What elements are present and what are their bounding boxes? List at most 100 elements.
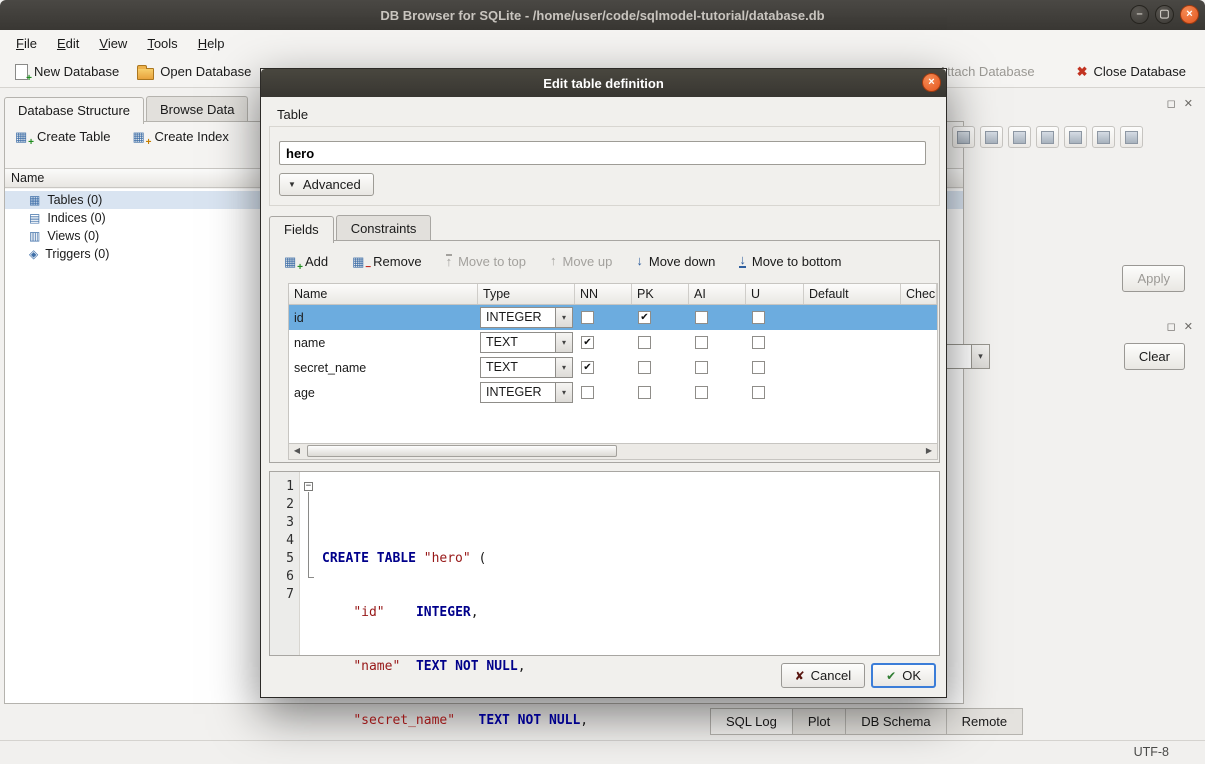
cell-editor-toolbar-icon[interactable] (1120, 126, 1143, 148)
table-name-input[interactable] (279, 141, 926, 165)
field-name[interactable]: secret_name (289, 355, 478, 380)
chevron-down-icon[interactable]: ▾ (555, 358, 572, 377)
cell-editor-toolbar-icon[interactable] (1092, 126, 1115, 148)
encoding-indicator[interactable]: UTF-8 (1134, 745, 1169, 759)
new-database-button[interactable]: + New Database (6, 60, 128, 84)
close-database-button[interactable]: ✖ Close Database (1068, 60, 1195, 84)
field-name[interactable]: id (289, 305, 478, 330)
nn-checkbox[interactable] (581, 386, 594, 399)
column-header-check[interactable]: Check (901, 284, 937, 304)
minimize-button[interactable]: – (1130, 5, 1149, 24)
chevron-down-icon[interactable]: ▾ (555, 308, 572, 327)
fold-collapse-icon[interactable]: − (304, 482, 313, 491)
move-up-button[interactable]: ↑ Move up (550, 254, 612, 269)
field-name[interactable]: age (289, 380, 478, 405)
add-field-button[interactable]: ▦ + Add (284, 254, 328, 269)
column-header-u[interactable]: U (746, 284, 804, 304)
check-cell[interactable] (901, 330, 937, 355)
create-index-button[interactable]: ▦ + Create Index (132, 129, 228, 144)
window-titlebar[interactable]: DB Browser for SQLite - /home/user/code/… (0, 0, 1205, 30)
field-row-secret-name[interactable]: secret_name TEXT ▾ ✔ (289, 355, 937, 380)
create-table-button[interactable]: ▦ + Create Table (15, 129, 110, 144)
dialog-close-button[interactable]: × (922, 73, 941, 92)
u-checkbox[interactable] (752, 386, 765, 399)
ai-checkbox[interactable] (695, 361, 708, 374)
field-row-age[interactable]: age INTEGER ▾ (289, 380, 937, 405)
column-header-nn[interactable]: NN (575, 284, 632, 304)
default-cell[interactable] (804, 355, 901, 380)
float-dock-icon[interactable]: ◻ (1167, 98, 1176, 110)
advanced-toggle-button[interactable]: ▼ Advanced (279, 173, 374, 196)
field-row-id[interactable]: id INTEGER ▾ ✔ (289, 305, 937, 330)
cell-editor-toolbar-icon[interactable] (952, 126, 975, 148)
remove-field-button[interactable]: ▦ − Remove (352, 254, 421, 269)
menu-help[interactable]: Help (188, 32, 235, 55)
scroll-left-icon[interactable]: ◀ (289, 444, 305, 459)
float-dock-icon[interactable]: ◻ (1167, 321, 1176, 333)
cell-editor-toolbar-icon[interactable] (1036, 126, 1059, 148)
nn-checkbox[interactable]: ✔ (581, 336, 594, 349)
scrollbar-thumb[interactable] (307, 445, 617, 457)
u-checkbox[interactable] (752, 336, 765, 349)
chevron-down-icon[interactable]: ▾ (971, 345, 989, 368)
type-combobox[interactable]: INTEGER ▾ (480, 382, 573, 403)
default-cell[interactable] (804, 380, 901, 405)
menu-file[interactable]: File (6, 32, 47, 55)
nn-checkbox[interactable] (581, 311, 594, 324)
type-combobox[interactable]: TEXT ▾ (480, 332, 573, 353)
maximize-button[interactable]: ▢ (1155, 5, 1174, 24)
move-to-top-button[interactable]: ↑ Move to top (446, 254, 526, 269)
check-cell[interactable] (901, 305, 937, 330)
close-window-button[interactable]: × (1180, 5, 1199, 24)
column-header-name[interactable]: Name (289, 284, 478, 304)
move-to-bottom-button[interactable]: ↓ Move to bottom (739, 254, 841, 269)
dialog-titlebar[interactable]: Edit table definition × (261, 69, 946, 97)
type-combobox[interactable]: TEXT ▾ (480, 357, 573, 378)
cancel-button[interactable]: ✘ Cancel (781, 663, 866, 688)
nn-checkbox[interactable]: ✔ (581, 361, 594, 374)
close-dock-icon[interactable]: ✕ (1184, 321, 1193, 333)
default-cell[interactable] (804, 330, 901, 355)
ai-checkbox[interactable] (695, 311, 708, 324)
column-header-default[interactable]: Default (804, 284, 901, 304)
tab-remote[interactable]: Remote (946, 708, 1024, 735)
field-name[interactable]: name (289, 330, 478, 355)
apply-button[interactable]: Apply (1122, 265, 1185, 292)
field-row-name[interactable]: name TEXT ▾ ✔ (289, 330, 937, 355)
pk-checkbox[interactable] (638, 386, 651, 399)
open-database-button[interactable]: Open Database (128, 60, 260, 84)
scroll-right-icon[interactable]: ▶ (921, 444, 937, 459)
close-dock-icon[interactable]: ✕ (1184, 98, 1193, 110)
check-cell[interactable] (901, 380, 937, 405)
menu-tools[interactable]: Tools (137, 32, 187, 55)
scrollbar-track[interactable] (305, 444, 921, 459)
chevron-down-icon[interactable]: ▾ (555, 383, 572, 402)
tab-constraints[interactable]: Constraints (336, 215, 432, 242)
type-combobox[interactable]: INTEGER ▾ (480, 307, 573, 328)
tab-fields[interactable]: Fields (269, 216, 334, 243)
cell-editor-toolbar-icon[interactable] (1064, 126, 1087, 148)
menu-view[interactable]: View (89, 32, 137, 55)
column-header-pk[interactable]: PK (632, 284, 689, 304)
check-cell[interactable] (901, 355, 937, 380)
ai-checkbox[interactable] (695, 386, 708, 399)
cell-editor-toolbar-icon[interactable] (980, 126, 1003, 148)
u-checkbox[interactable] (752, 311, 765, 324)
chevron-down-icon[interactable]: ▾ (555, 333, 572, 352)
column-header-type[interactable]: Type (478, 284, 575, 304)
tab-database-structure[interactable]: Database Structure (4, 97, 144, 124)
pk-checkbox[interactable] (638, 336, 651, 349)
pk-checkbox[interactable]: ✔ (638, 311, 651, 324)
ok-button[interactable]: ✔ OK (871, 663, 936, 688)
u-checkbox[interactable] (752, 361, 765, 374)
horizontal-scrollbar[interactable]: ◀ ▶ (289, 443, 937, 459)
menu-edit[interactable]: Edit (47, 32, 89, 55)
cell-editor-toolbar-icon[interactable] (1008, 126, 1031, 148)
clear-button[interactable]: Clear (1124, 343, 1185, 370)
ai-checkbox[interactable] (695, 336, 708, 349)
default-cell[interactable] (804, 305, 901, 330)
tab-browse-data[interactable]: Browse Data (146, 96, 248, 123)
pk-checkbox[interactable] (638, 361, 651, 374)
column-header-ai[interactable]: AI (689, 284, 746, 304)
move-down-button[interactable]: ↓ Move down (636, 254, 715, 269)
